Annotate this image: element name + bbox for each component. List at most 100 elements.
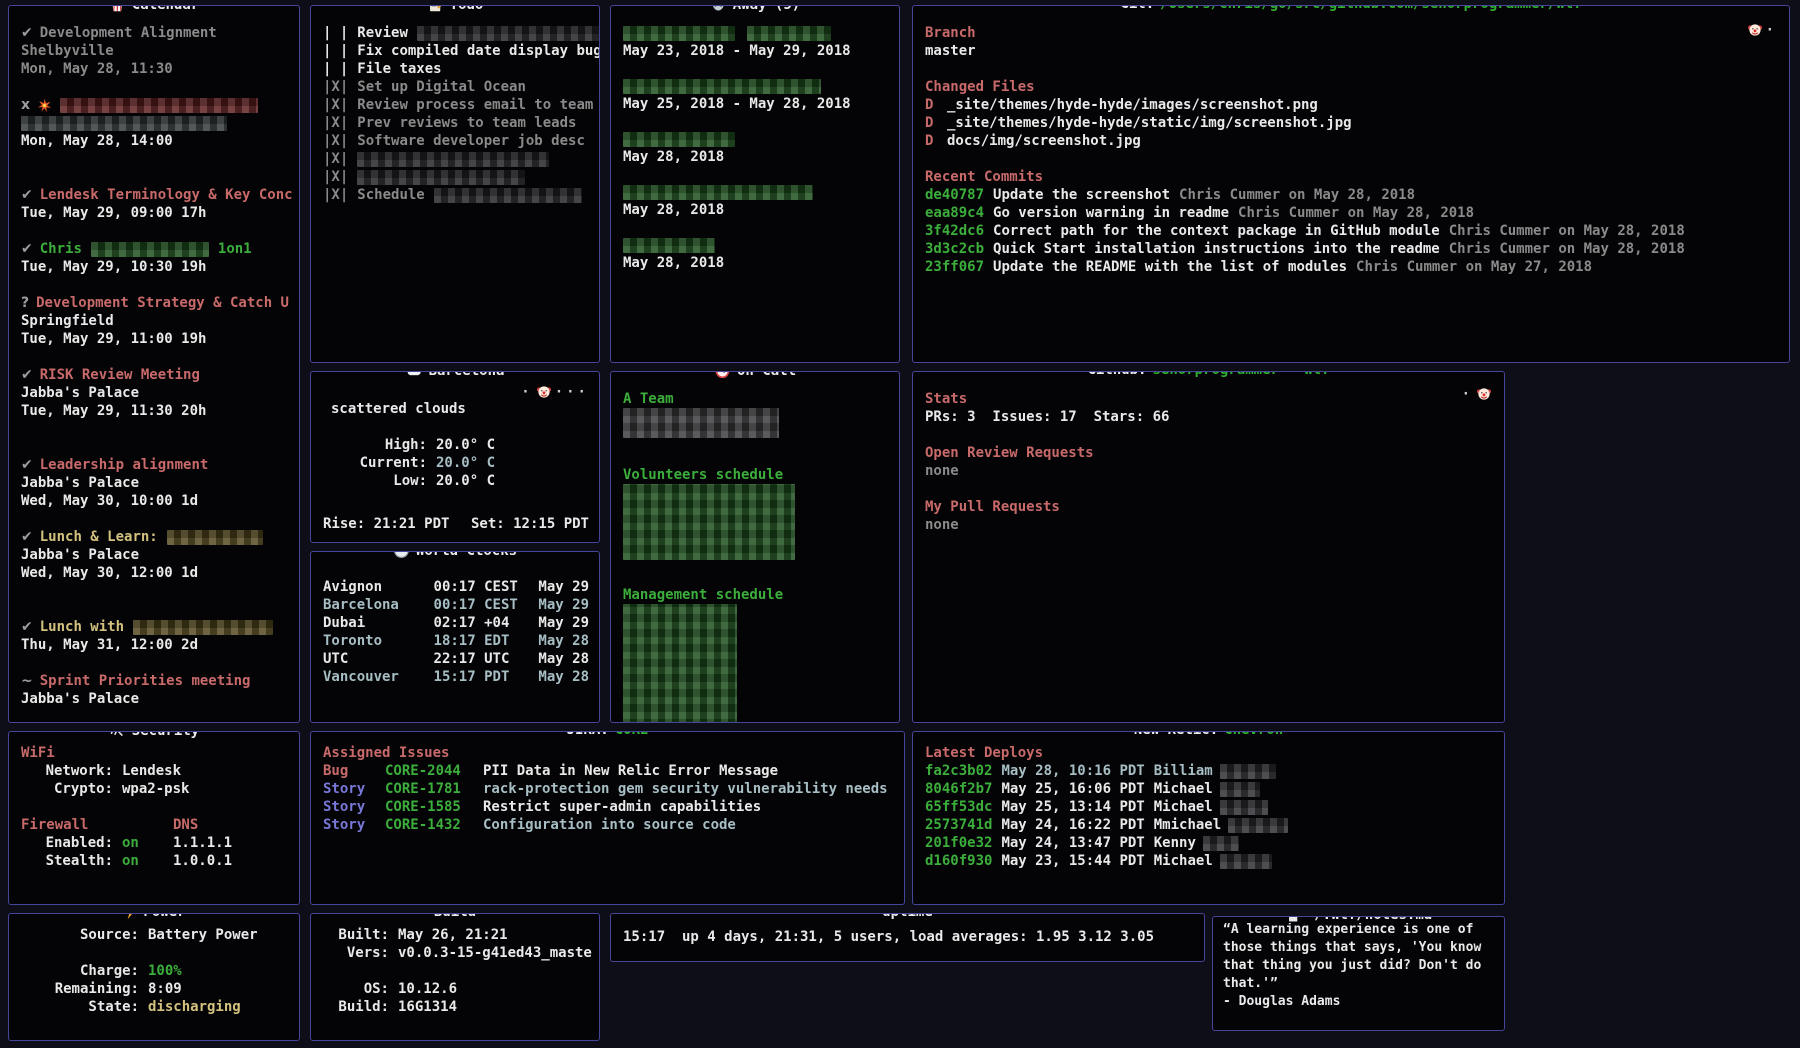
power-panel: Power Source:Battery Power Charge:100% R…	[8, 913, 300, 1041]
jira-issue[interactable]: StoryCORE-1432Configuration into source …	[323, 816, 894, 834]
event-location: Jabba's Palace	[21, 384, 289, 402]
power-state-value: discharging	[148, 998, 241, 1016]
calendar-event: ✔RISK Review Meeting Jabba's Palace Tue,…	[21, 366, 289, 420]
issue-type: Bug	[323, 762, 385, 780]
event-location: Shelbyville	[21, 42, 289, 60]
git-commit-list: de40787Update the screenshotChris Cummer…	[925, 186, 1779, 276]
todo-item[interactable]: |X|Set up Digital Ocean	[323, 78, 589, 96]
todo-item-label: Prev reviews to team leads	[357, 115, 576, 131]
todo-item[interactable]: |X|Software developer job desc	[323, 132, 589, 150]
alien-icon	[710, 5, 727, 13]
git-panel-title: Git: /Users/chris/go/src/github.com/seno…	[1113, 5, 1588, 12]
todo-item[interactable]: |X|Review process email to team	[323, 96, 589, 114]
jira-issue[interactable]: StoryCORE-1585Restrict super-admin capab…	[323, 798, 894, 816]
github-panel: Github: senorprogrammer - wtf · Stats PR…	[912, 371, 1505, 723]
deploy-hash: 8046f2b7	[925, 781, 992, 797]
calendar-event: ?Development Strategy & Catch U Springfi…	[21, 294, 289, 348]
redacted-text	[1228, 818, 1288, 833]
event-datetime: Tue, May 29, 10:30 19h	[21, 258, 289, 276]
commit-message: Go version warning in readme	[993, 205, 1229, 221]
todo-checkbox[interactable]: |X|	[323, 151, 348, 167]
popcorn-icon	[109, 5, 126, 13]
commit-author-date: Chris Cummer on May 27, 2018	[1356, 259, 1592, 275]
git-changed-files-heading: Changed Files	[925, 78, 1779, 96]
todo-item[interactable]: |X|Schedule	[323, 186, 589, 204]
build-built-value: May 26, 21:21	[398, 926, 508, 944]
issue-summary: Restrict super-admin capabilities	[483, 798, 761, 816]
todo-item[interactable]: |X|	[323, 168, 589, 186]
build-number-value: 16G1314	[398, 998, 457, 1016]
away-dates: May 28, 2018	[623, 148, 889, 166]
todo-checkbox[interactable]: |X|	[323, 79, 348, 95]
git-file-status: D	[925, 114, 947, 132]
event-title: Lunch with	[40, 619, 124, 635]
event-location: Jabba's Palace	[21, 546, 289, 564]
todo-item[interactable]: | |Review	[323, 24, 589, 42]
redacted-text	[623, 26, 735, 41]
jira-issue[interactable]: StoryCORE-1781rack-protection gem securi…	[323, 780, 894, 798]
clock-date: May 28	[538, 650, 589, 668]
cloud-icon	[406, 371, 423, 379]
commit-author-date: Chris Cummer on May 28, 2018	[1179, 187, 1415, 203]
todo-item-label: Fix compiled date display bug	[357, 43, 600, 59]
event-title-suffix: 1on1	[218, 241, 252, 257]
calendar-event: ✔Lunch & Learn: Jabba's Palace Wed, May …	[21, 528, 289, 582]
weather-panel: Barcelona · ··· scattered clouds High:20…	[310, 371, 600, 543]
todo-item[interactable]: |X|	[323, 150, 589, 168]
jira-panel: JIRA: CORE Assigned Issues BugCORE-2044P…	[310, 731, 905, 905]
todo-checkbox[interactable]: | |	[323, 61, 348, 77]
jira-panel-title: JIRA: CORE	[560, 731, 656, 738]
commit-hash: 23ff067	[925, 259, 984, 275]
deploy-row: fa2c3b02May 28, 10:16 PDTBilliam	[925, 762, 1494, 780]
todo-checkbox[interactable]: |X|	[323, 97, 348, 113]
weather-high-value: 20.0° C	[436, 436, 495, 454]
build-panel: Build Built:May 26, 21:21 Vers:v0.0.3-15…	[310, 913, 600, 1041]
todo-item[interactable]: | |Fix compiled date display bug	[323, 42, 589, 60]
todo-checkbox[interactable]: | |	[323, 43, 348, 59]
wifi-heading: WiFi	[21, 744, 289, 762]
todo-item[interactable]: | | File taxes	[323, 60, 589, 78]
power-charge-value: 100%	[148, 962, 182, 980]
weather-low-label: Low:	[323, 472, 427, 490]
firewall-enabled-label: Enabled:	[21, 834, 113, 852]
git-file-path: docs/img/screenshot.jpg	[947, 133, 1141, 149]
build-os-label: OS:	[323, 980, 389, 998]
deploy-datetime: May 24, 16:22 PDT	[1001, 817, 1144, 833]
security-panel-title: Security	[102, 731, 206, 739]
sunset-time: Set: 12:15 PDT	[471, 516, 589, 532]
calendar-event: ✔Lunch with Thu, May 31, 12:00 2d	[21, 618, 289, 654]
todo-checkbox[interactable]: | |	[323, 25, 348, 41]
todo-checkbox[interactable]: |X|	[323, 169, 348, 185]
power-charge-label: Charge:	[21, 962, 139, 980]
open-review-requests-value: none	[925, 462, 1494, 480]
todo-item-label: File taxes	[357, 61, 441, 77]
away-entry: May 25, 2018 - May 28, 2018	[623, 77, 889, 113]
jira-project-name: CORE	[615, 731, 649, 738]
notes-quote: “A learning experience is one of those t…	[1223, 921, 1496, 993]
commit-message: Quick Start installation instructions in…	[993, 241, 1440, 257]
redacted-text	[167, 530, 263, 545]
deploy-author: Kenny	[1154, 835, 1196, 851]
my-pull-requests-heading: My Pull Requests	[925, 498, 1494, 516]
redacted-text	[60, 98, 258, 113]
panel-title-text: uptime	[882, 913, 933, 920]
todo-checkbox[interactable]: |X|	[323, 133, 348, 149]
firewall-column: Firewall Enabled:on Stealth:on	[21, 816, 173, 870]
jira-issue[interactable]: BugCORE-2044PII Data in New Relic Error …	[323, 762, 894, 780]
clock-row: Vancouver15:17 PDTMay 28	[323, 668, 589, 686]
panel-title-text: World Clocks	[416, 551, 517, 559]
event-marker: ✔	[21, 187, 33, 203]
panel-title-text: JIRA:	[567, 731, 609, 738]
todo-checkbox[interactable]: |X|	[323, 115, 348, 131]
git-changed-files: D_site/themes/hyde-hyde/images/screensho…	[925, 96, 1779, 150]
build-version-label: Vers:	[323, 944, 389, 962]
weather-condition: scattered clouds	[331, 400, 589, 418]
todo-item[interactable]: |X| Prev reviews to team leads	[323, 114, 589, 132]
network-label: Network:	[21, 762, 113, 780]
todo-checkbox[interactable]: |X|	[323, 187, 348, 203]
weather-current-value: 20.0° C	[436, 454, 495, 472]
collision-icon	[37, 98, 52, 113]
calendar-event: ✔Lendesk Terminology & Key Conc Tue, May…	[21, 186, 289, 222]
panel-title-text: Github:	[1087, 371, 1146, 378]
dns-heading: DNS	[173, 816, 289, 834]
